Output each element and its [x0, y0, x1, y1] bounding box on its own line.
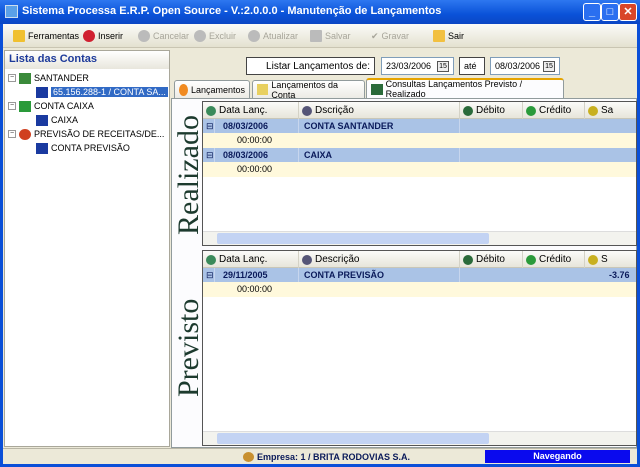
table-row[interactable]: ⊟ 08/03/2006 CONTA SANTANDER — [203, 119, 636, 133]
grid-header: Data Lanç. Dscrição Débito Crédito Sa — [203, 102, 636, 119]
col-debito[interactable]: Débito — [460, 102, 523, 119]
accounts-panel: Lista das Contas − SANTANDER 65.156.288-1… — [4, 50, 170, 447]
gravar-button[interactable]: ✔ Gravar — [371, 29, 409, 43]
lancamentos-icon — [179, 83, 188, 96]
filter-label: Listar Lançamentos de: — [246, 57, 375, 75]
consultas-page: Realizado Data Lanç. Dscrição Débito Cré… — [171, 98, 637, 448]
document-icon — [257, 84, 269, 95]
cash-icon — [19, 100, 31, 112]
col-saldo[interactable]: S — [585, 251, 636, 268]
table-row-detail[interactable]: 00:00:00 — [203, 282, 636, 297]
realizado-label: Realizado — [172, 115, 205, 235]
collapse-icon[interactable]: − — [8, 74, 16, 82]
close-button[interactable]: ✕ — [619, 3, 637, 21]
description-icon — [302, 254, 312, 265]
collapse-icon[interactable]: − — [8, 102, 16, 110]
tab-lancamentos[interactable]: Lançamentos — [174, 80, 250, 98]
refresh-icon — [248, 30, 260, 42]
description-icon — [302, 105, 312, 116]
table-row[interactable]: ⊟ 08/03/2006 CAIXA — [203, 148, 636, 162]
tab-lancamentos-conta[interactable]: Lançamentos da Conta — [252, 80, 365, 100]
tools-icon — [13, 30, 25, 42]
expand-icon[interactable]: ⊟ — [206, 119, 215, 133]
expand-icon[interactable]: ⊟ — [206, 268, 215, 282]
tab-consultas[interactable]: Consultas Lançamentos Previsto / Realiza… — [366, 78, 564, 99]
account-icon — [36, 114, 48, 126]
ate-label: até — [459, 57, 485, 75]
bank-icon — [19, 72, 31, 84]
table-row-detail[interactable]: 00:00:00 — [203, 162, 636, 177]
client-area: Ferramentas Inserir Cancelar Excluir Atu… — [3, 24, 637, 464]
tree-node-conta-previsao[interactable]: CONTA PREVISÃO — [8, 141, 168, 155]
inserir-button[interactable]: Inserir — [83, 29, 123, 43]
tree-node-conta-caixa[interactable]: − CONTA CAIXA — [8, 99, 168, 113]
horizontal-scrollbar[interactable] — [203, 231, 636, 245]
debit-icon — [463, 254, 473, 265]
table-row[interactable]: ⊟ 29/11/2005 CONTA PREVISÃO -3.76 — [203, 268, 636, 282]
forecast-icon — [19, 128, 31, 140]
cancel-icon — [138, 30, 150, 42]
status-bar: Empresa: 1 / BRITA RODOVIAS S.A. Navegan… — [3, 448, 637, 464]
col-credito[interactable]: Crédito — [523, 102, 585, 119]
col-data[interactable]: Data Lanç. — [203, 251, 299, 268]
tree-node-santander[interactable]: − SANTANDER — [8, 71, 168, 85]
accounts-tree: − SANTANDER 65.156.288-1 / CONTA SA... − C… — [8, 71, 168, 155]
balance-icon — [588, 105, 598, 116]
col-descricao[interactable]: Descrição — [299, 251, 460, 268]
check-icon: ✔ — [371, 30, 379, 41]
company-icon — [243, 452, 254, 462]
app-icon — [5, 5, 18, 18]
excluir-button[interactable]: Excluir — [194, 29, 236, 43]
grid-header: Data Lanç. Descrição Débito Crédito S — [203, 251, 636, 268]
expand-icon[interactable]: ⊟ — [206, 148, 215, 162]
insert-icon — [83, 30, 95, 42]
calendar-icon[interactable]: 15 — [437, 60, 449, 72]
delete-icon — [194, 30, 206, 42]
debit-icon — [463, 105, 473, 116]
balance-icon — [588, 254, 598, 265]
previsto-grid: Data Lanç. Descrição Débito Crédito S ⊟ … — [202, 250, 637, 446]
col-debito[interactable]: Débito — [460, 251, 523, 268]
sair-button[interactable]: Sair — [433, 29, 464, 43]
exit-icon — [433, 30, 445, 42]
cancelar-button[interactable]: Cancelar — [138, 29, 189, 43]
col-credito[interactable]: Crédito — [523, 251, 585, 268]
save-icon — [310, 30, 322, 42]
ferramentas-button[interactable]: Ferramentas — [13, 29, 79, 43]
maximize-button[interactable]: □ — [601, 3, 619, 21]
horizontal-scrollbar[interactable] — [203, 431, 636, 445]
credit-icon — [526, 254, 536, 265]
toolbar: Ferramentas Inserir Cancelar Excluir Atu… — [3, 24, 637, 48]
empresa-status: Empresa: 1 / BRITA RODOVIAS S.A. — [243, 452, 410, 462]
table-row-detail[interactable]: 00:00:00 — [203, 133, 636, 148]
realizado-grid: Data Lanç. Dscrição Débito Crédito Sa ⊟ … — [202, 101, 637, 246]
calendar-icon[interactable]: 15 — [543, 60, 555, 72]
minimize-button[interactable]: _ — [583, 3, 601, 21]
money-icon — [371, 83, 383, 95]
previsto-label: Previsto — [172, 298, 205, 398]
tree-node-previsao[interactable]: − PREVISÃO DE RECEITAS/DE... — [8, 127, 168, 141]
mode-status: Navegando — [485, 450, 630, 463]
atualizar-button[interactable]: Atualizar — [248, 29, 298, 43]
tree-node-caixa[interactable]: CAIXA — [8, 113, 168, 127]
salvar-button[interactable]: Salvar — [310, 29, 351, 43]
col-saldo[interactable]: Sa — [585, 102, 636, 119]
date-icon — [206, 254, 216, 265]
account-icon — [36, 86, 48, 98]
date-icon — [206, 105, 216, 116]
title-bar: Sistema Processa E.R.P. Open Source - V.… — [0, 0, 640, 24]
accounts-title: Lista das Contas — [5, 51, 169, 69]
window-title: Sistema Processa E.R.P. Open Source - V.… — [22, 5, 442, 17]
tree-node-conta-santander[interactable]: 65.156.288-1 / CONTA SA... — [8, 85, 168, 99]
collapse-icon[interactable]: − — [8, 130, 16, 138]
col-data[interactable]: Data Lanç. — [203, 102, 299, 119]
col-descricao[interactable]: Dscrição — [299, 102, 460, 119]
credit-icon — [526, 105, 536, 116]
date-from-field[interactable]: 23/03/2006 15 — [381, 57, 454, 75]
account-icon — [36, 142, 48, 154]
date-to-field[interactable]: 08/03/2006 15 — [490, 57, 560, 75]
